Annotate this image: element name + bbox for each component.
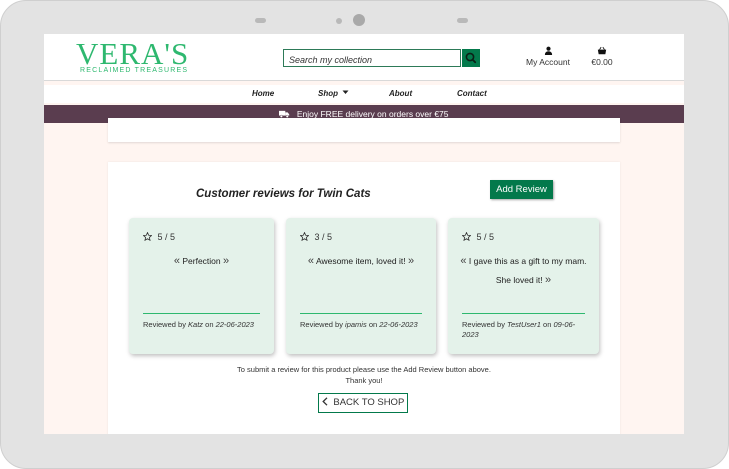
my-account-label: My Account <box>526 57 570 67</box>
caret-down-icon <box>342 90 349 94</box>
review-author: TestUser1 <box>507 320 541 329</box>
review-text: « Perfection » <box>141 252 262 271</box>
star-icon <box>299 231 310 242</box>
review-rating-value: 5 / 5 <box>157 232 176 242</box>
nav-about[interactable]: About <box>389 89 412 98</box>
tablet-speaker-left <box>255 18 266 23</box>
close-quote-icon: » <box>223 255 230 267</box>
submit-review-note: To submit a review for this product plea… <box>108 364 620 386</box>
nav-contact[interactable]: Contact <box>457 89 487 98</box>
open-quote-icon: « <box>460 255 467 267</box>
review-rating: 5 / 5 <box>142 231 176 242</box>
site-header: VERA'S RECLAIMED TREASURES My Account <box>44 34 684 81</box>
truck-icon <box>279 110 290 118</box>
add-review-button[interactable]: Add Review <box>490 180 553 199</box>
nav-shop-label: Shop <box>318 89 338 98</box>
review-text-body: I gave this as a gift to my mam. She lov… <box>468 256 587 285</box>
review-on-label: on <box>368 320 378 329</box>
nav-shop[interactable]: Shop <box>318 89 349 98</box>
search-icon <box>465 52 477 64</box>
user-icon <box>544 46 552 55</box>
shopping-basket-icon <box>597 46 607 55</box>
review-rating-value: 3 / 5 <box>314 232 333 242</box>
review-text-body: Perfection <box>182 256 221 266</box>
product-card-bottom <box>108 118 620 142</box>
open-quote-icon: « <box>307 255 315 267</box>
review-on-label: on <box>543 320 552 329</box>
review-author: Katz <box>188 320 204 329</box>
review-card: 5 / 5 « Perfection » Reviewed by Katz on… <box>129 218 274 354</box>
reviewed-by-label: Reviewed by <box>143 320 186 329</box>
logo-tagline: RECLAIMED TREASURES <box>80 67 189 74</box>
review-text: « I gave this as a gift to my mam. She l… <box>460 252 587 290</box>
nav-home[interactable]: Home <box>252 89 274 98</box>
reviewed-by-label: Reviewed by <box>462 320 505 329</box>
close-quote-icon: » <box>545 274 552 286</box>
review-card: 3 / 5 « Awesome item, loved it! » Review… <box>286 218 436 354</box>
submit-review-note-line1: To submit a review for this product plea… <box>237 365 491 374</box>
tablet-frame: VERA'S RECLAIMED TREASURES My Account <box>0 0 729 469</box>
submit-review-note-line2: Thank you! <box>345 376 383 385</box>
back-to-shop-label: BACK TO SHOP <box>333 397 405 408</box>
reviewed-by-label: Reviewed by <box>300 320 343 329</box>
search-box <box>283 49 461 68</box>
review-rating-value: 5 / 5 <box>476 232 495 242</box>
reviews-title: Customer reviews for Twin Cats <box>196 188 371 200</box>
review-divider <box>300 313 422 314</box>
close-quote-icon: » <box>407 255 415 267</box>
cart-total: €0.00 <box>591 57 613 67</box>
review-divider <box>143 313 260 314</box>
tablet-speaker-right <box>457 18 468 23</box>
review-date: 22-06-2023 <box>215 320 254 329</box>
review-byline: Reviewed by Katz on 22-06-2023 <box>143 320 262 330</box>
reviews-card: Customer reviews for Twin Cats Add Revie… <box>108 162 620 434</box>
my-account-link[interactable]: My Account <box>518 46 578 67</box>
review-text-body: Awesome item, loved it! <box>315 256 406 266</box>
tablet-sensor <box>336 18 342 24</box>
review-on-label: on <box>205 320 214 329</box>
search-input[interactable] <box>284 52 459 68</box>
review-rating: 3 / 5 <box>299 231 333 242</box>
star-icon <box>142 231 153 242</box>
back-to-shop-button[interactable]: BACK TO SHOP <box>318 393 408 413</box>
review-divider <box>462 313 585 314</box>
chevron-left-icon <box>321 397 328 406</box>
review-card: 5 / 5 « I gave this as a gift to my mam.… <box>448 218 599 354</box>
review-byline: Reviewed by ipamis on 22-06-2023 <box>300 320 424 330</box>
review-byline: Reviewed by TestUser1 on 09-06-2023 <box>462 320 587 340</box>
tablet-camera <box>353 14 365 26</box>
cart-link[interactable]: €0.00 <box>584 46 620 67</box>
review-date: 22-06-2023 <box>379 320 418 329</box>
logo[interactable]: VERA'S <box>76 38 189 70</box>
main-nav: Home Shop About Contact <box>44 85 684 103</box>
star-icon <box>461 231 472 242</box>
review-text: « Awesome item, loved it! » <box>298 252 424 271</box>
open-quote-icon: « <box>173 255 180 267</box>
search-button[interactable] <box>462 49 480 67</box>
review-author: ipamis <box>345 320 367 329</box>
screen: VERA'S RECLAIMED TREASURES My Account <box>44 34 684 434</box>
review-rating: 5 / 5 <box>461 231 495 242</box>
